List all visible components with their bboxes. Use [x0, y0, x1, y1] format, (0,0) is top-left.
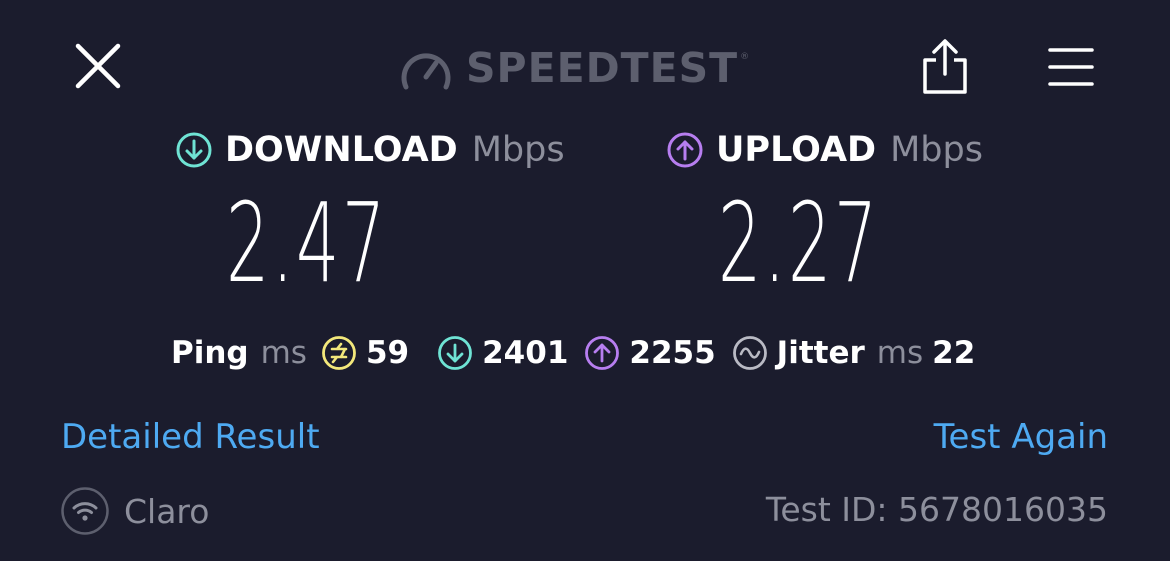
- upload-speed-value: 2.27: [718, 179, 880, 307]
- ping-download-value: 2401: [482, 335, 569, 371]
- ping-download-icon: [438, 336, 473, 370]
- close-icon: [75, 43, 121, 89]
- detailed-result-link[interactable]: Detailed Result: [61, 417, 320, 457]
- jitter-wave-icon: [732, 336, 767, 370]
- jitter-label: Jitter: [776, 335, 865, 371]
- close-button[interactable]: [70, 38, 126, 94]
- provider: Claro: [60, 486, 209, 536]
- jitter-value: 22: [932, 335, 976, 371]
- ping-idle-value: 59: [365, 335, 410, 371]
- logo-text: SPEEDTEST: [466, 44, 739, 92]
- upload-header: UPLOAD Mbps: [666, 128, 983, 172]
- upload-arrow-icon: [667, 132, 703, 168]
- provider-name: Claro: [124, 491, 210, 531]
- logo-trademark: ®: [740, 52, 750, 62]
- upload-label: UPLOAD: [716, 130, 877, 170]
- ping-label: Ping: [171, 335, 249, 371]
- hamburger-menu-icon: [1048, 48, 1094, 86]
- download-arrow-icon: [176, 132, 212, 168]
- download-speed-value: 2.47: [226, 179, 388, 307]
- download-label: DOWNLOAD: [225, 130, 458, 170]
- test-again-link[interactable]: Test Again: [934, 417, 1108, 457]
- ping-unit: ms: [260, 335, 307, 371]
- ping-row: Ping ms 59 2401 2255 Jitter ms 22: [171, 331, 975, 375]
- share-button[interactable]: [916, 36, 974, 98]
- wifi-icon: [61, 487, 109, 535]
- speedtest-logo: SPEEDTEST ®: [398, 40, 749, 96]
- speedometer-icon: [401, 53, 451, 90]
- jitter-unit: ms: [876, 335, 924, 371]
- ping-idle-icon: [322, 336, 356, 370]
- download-unit: Mbps: [471, 130, 565, 170]
- test-id: Test ID: 5678016035: [765, 490, 1108, 529]
- ping-upload-icon: [585, 336, 620, 370]
- share-icon: [923, 39, 967, 94]
- menu-button[interactable]: [1044, 42, 1098, 92]
- upload-unit: Mbps: [890, 130, 983, 170]
- download-header: DOWNLOAD Mbps: [175, 128, 565, 172]
- ping-upload-value: 2255: [629, 335, 716, 371]
